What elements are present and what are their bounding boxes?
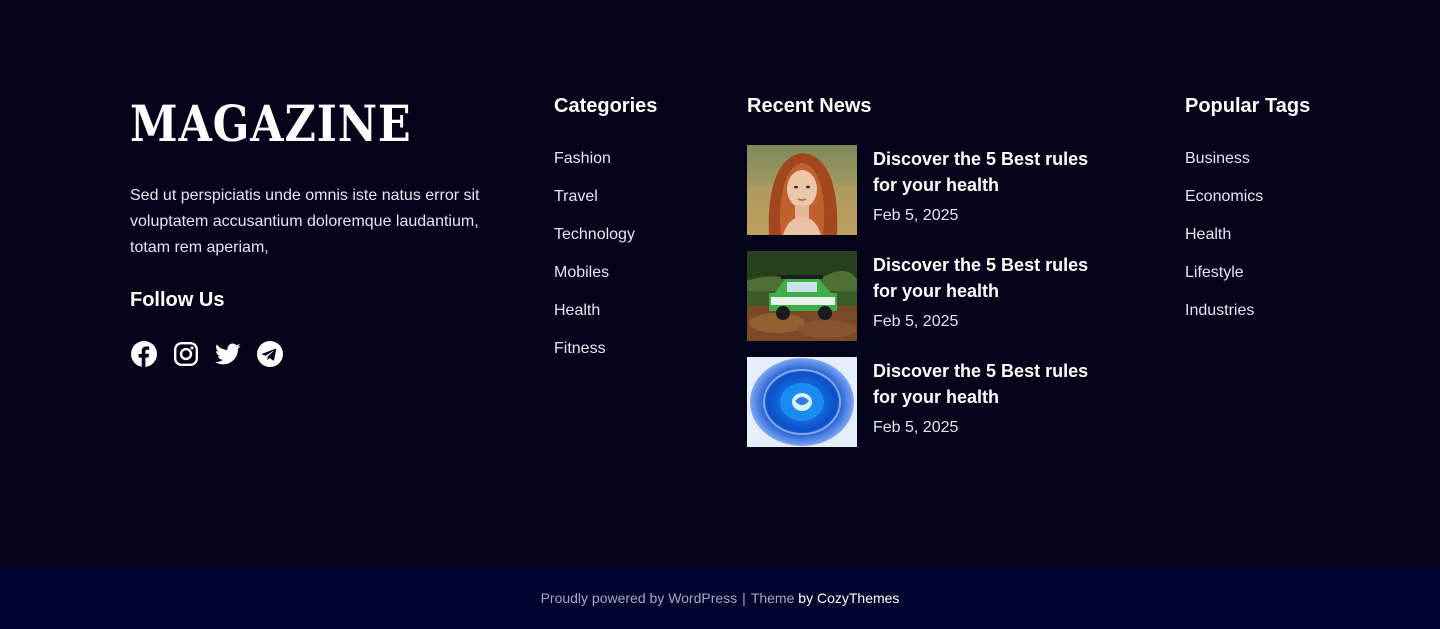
list-item: Mobiles xyxy=(554,259,635,297)
telegram-icon[interactable] xyxy=(257,341,283,367)
tag-link-industries[interactable]: Industries xyxy=(1185,297,1254,325)
news-date: Feb 5, 2025 xyxy=(873,313,959,330)
instagram-icon[interactable] xyxy=(173,341,199,367)
separator: | xyxy=(742,590,746,606)
news-thumbnail-blue-abstract[interactable] xyxy=(747,357,857,447)
list-item: Health xyxy=(554,297,635,335)
footer-bottom-bar: Proudly powered by WordPress | Theme by … xyxy=(0,567,1440,629)
list-item: Fashion xyxy=(554,145,635,183)
theme-author-link[interactable]: by CozyThemes xyxy=(798,590,899,606)
facebook-icon[interactable] xyxy=(131,341,157,367)
category-link-travel[interactable]: Travel xyxy=(554,183,598,211)
list-item: Health xyxy=(1185,221,1263,259)
category-link-fitness[interactable]: Fitness xyxy=(554,335,606,363)
recent-news-heading: Recent News xyxy=(747,95,872,117)
tag-link-economics[interactable]: Economics xyxy=(1185,183,1263,211)
recent-news-list: Discover the 5 Best rules for your healt… xyxy=(747,145,1127,463)
popular-tags-heading: Popular Tags xyxy=(1185,95,1311,117)
list-item: Lifestyle xyxy=(1185,259,1263,297)
news-item: Discover the 5 Best rules for your healt… xyxy=(747,357,1127,447)
popular-tags-list: Business Economics Health Lifestyle Indu… xyxy=(1185,145,1263,335)
news-date: Feb 5, 2025 xyxy=(873,419,959,436)
news-text: Discover the 5 Best rules for your healt… xyxy=(873,357,1113,447)
list-item: Technology xyxy=(554,221,635,259)
tag-link-business[interactable]: Business xyxy=(1185,145,1250,173)
site-footer: MAGAZINE Sed ut perspiciatis unde omnis … xyxy=(0,0,1440,567)
list-item: Fitness xyxy=(554,335,635,373)
theme-label: Theme xyxy=(750,590,795,606)
list-item: Industries xyxy=(1185,297,1263,335)
categories-list: Fashion Travel Technology Mobiles Health… xyxy=(554,145,635,373)
news-item: Discover the 5 Best rules for your healt… xyxy=(747,251,1127,341)
categories-heading: Categories xyxy=(554,95,658,117)
powered-by-link[interactable]: Proudly powered by WordPress xyxy=(541,590,738,606)
tag-link-health[interactable]: Health xyxy=(1185,221,1231,249)
list-item: Economics xyxy=(1185,183,1263,221)
news-title[interactable]: Discover the 5 Best rules for your healt… xyxy=(873,146,1113,198)
social-links xyxy=(131,341,283,367)
twitter-icon[interactable] xyxy=(215,341,241,367)
category-link-health[interactable]: Health xyxy=(554,297,600,325)
category-link-mobiles[interactable]: Mobiles xyxy=(554,259,609,287)
news-title[interactable]: Discover the 5 Best rules for your healt… xyxy=(873,252,1113,304)
news-text: Discover the 5 Best rules for your healt… xyxy=(873,145,1113,235)
tag-link-lifestyle[interactable]: Lifestyle xyxy=(1185,259,1244,287)
news-text: Discover the 5 Best rules for your healt… xyxy=(873,251,1113,341)
list-item: Business xyxy=(1185,145,1263,183)
news-thumbnail-portrait[interactable] xyxy=(747,145,857,235)
news-title[interactable]: Discover the 5 Best rules for your healt… xyxy=(873,358,1113,410)
category-link-technology[interactable]: Technology xyxy=(554,221,635,249)
news-item: Discover the 5 Best rules for your healt… xyxy=(747,145,1127,235)
news-date: Feb 5, 2025 xyxy=(873,207,959,224)
category-link-fashion[interactable]: Fashion xyxy=(554,145,611,173)
site-logo[interactable]: MAGAZINE xyxy=(130,96,412,152)
follow-us-heading: Follow Us xyxy=(130,289,225,311)
news-thumbnail-offroad-car[interactable] xyxy=(747,251,857,341)
list-item: Travel xyxy=(554,183,635,221)
about-text: Sed ut perspiciatis unde omnis iste natu… xyxy=(130,187,480,256)
